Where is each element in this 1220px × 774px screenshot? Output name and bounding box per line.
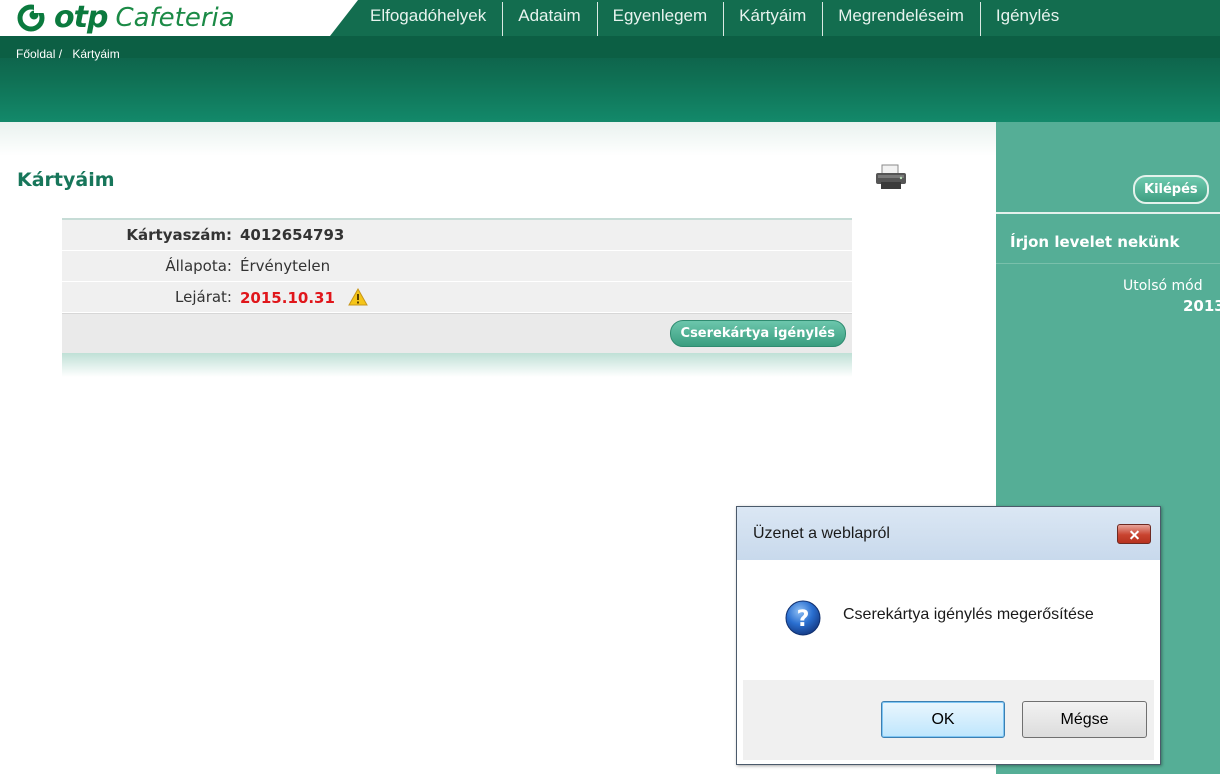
- content-top-shade: [0, 122, 996, 156]
- breadcrumb: Főoldal / Kártyáim: [16, 47, 120, 61]
- otp-logo-icon: [17, 3, 46, 32]
- replacement-card-request-button[interactable]: Cserekártya igénylés: [669, 320, 846, 347]
- dialog-footer: OK Mégse: [743, 680, 1154, 760]
- sidebar-divider-thin: [996, 263, 1220, 264]
- nav-item-acceptance-points[interactable]: Elfogadóhelyek: [354, 0, 502, 36]
- nav-item-my-cards[interactable]: Kártyáim: [723, 0, 822, 36]
- last-modified-value: 2013. r: [1183, 297, 1220, 315]
- close-icon[interactable]: [1117, 524, 1151, 544]
- card-number-value: 4012654793: [240, 226, 345, 244]
- last-modified-label: Utolsó mód: [1123, 278, 1203, 294]
- nav-item-my-data[interactable]: Adataim: [502, 0, 596, 36]
- card-expiry-cell: 2015.10.31: [240, 287, 852, 307]
- breadcrumb-current: Kártyáim: [72, 47, 120, 61]
- card-number-row: Kártyaszám: 4012654793: [62, 220, 852, 251]
- main-navigation: Elfogadóhelyek Adataim Egyenlegem Kártyá…: [330, 0, 1220, 36]
- logout-button[interactable]: Kilépés: [1133, 175, 1209, 204]
- card-expiry-value: 2015.10.31: [240, 288, 335, 307]
- card-number-label: Kártyaszám:: [126, 226, 232, 244]
- warning-icon: [347, 287, 368, 305]
- write-us-link[interactable]: Írjon levelet nekünk: [1010, 233, 1179, 251]
- page-title: Kártyáim: [17, 169, 115, 191]
- svg-text:?: ?: [797, 607, 810, 632]
- card-status-row: Állapota: Érvénytelen: [62, 251, 852, 282]
- nav-item-my-orders[interactable]: Megrendeléseim: [822, 0, 980, 36]
- cancel-button[interactable]: Mégse: [1022, 701, 1147, 738]
- breadcrumb-home-link[interactable]: Főoldal /: [16, 47, 62, 61]
- otp-cafeteria-logo[interactable]: otp Cafeteria: [16, 0, 235, 36]
- printer-icon[interactable]: [874, 164, 908, 190]
- card-status-label: Állapota:: [165, 257, 232, 275]
- card-expiry-label: Lejárat:: [175, 288, 232, 306]
- dialog-title-bar[interactable]: Üzenet a weblapról: [737, 507, 1160, 560]
- card-actions-bar: Cserekártya igénylés: [62, 313, 852, 353]
- card-details-table: Kártyaszám: 4012654793 Állapota: Érvényt…: [62, 218, 852, 377]
- dialog-body: ? Cserekártya igénylés megerősítése: [743, 560, 1154, 680]
- breadcrumb-bar: [0, 36, 1220, 122]
- breadcrumb-bar-strip: [0, 36, 1220, 58]
- dialog-title: Üzenet a weblapról: [753, 525, 890, 542]
- top-bar: otp Cafeteria Elfogadóhelyek Adataim Egy…: [0, 0, 1220, 38]
- table-bottom-shade: [62, 353, 852, 377]
- confirm-dialog: Üzenet a weblapról ? Cserekártya igénylé…: [736, 506, 1161, 765]
- nav-item-requests[interactable]: Igénylés: [979, 0, 1075, 36]
- ok-button[interactable]: OK: [881, 701, 1005, 738]
- sidebar-divider: [996, 212, 1220, 214]
- dialog-message: Cserekártya igénylés megerősítése: [843, 606, 1094, 623]
- nav-item-my-balance[interactable]: Egyenlegem: [596, 0, 724, 36]
- question-icon: ?: [785, 600, 821, 636]
- card-status-value: Érvénytelen: [240, 257, 331, 275]
- logo-product-text: Cafeteria: [115, 3, 235, 33]
- logo-brand-text: otp: [54, 0, 108, 35]
- card-expiry-row: Lejárat: 2015.10.31: [62, 282, 852, 313]
